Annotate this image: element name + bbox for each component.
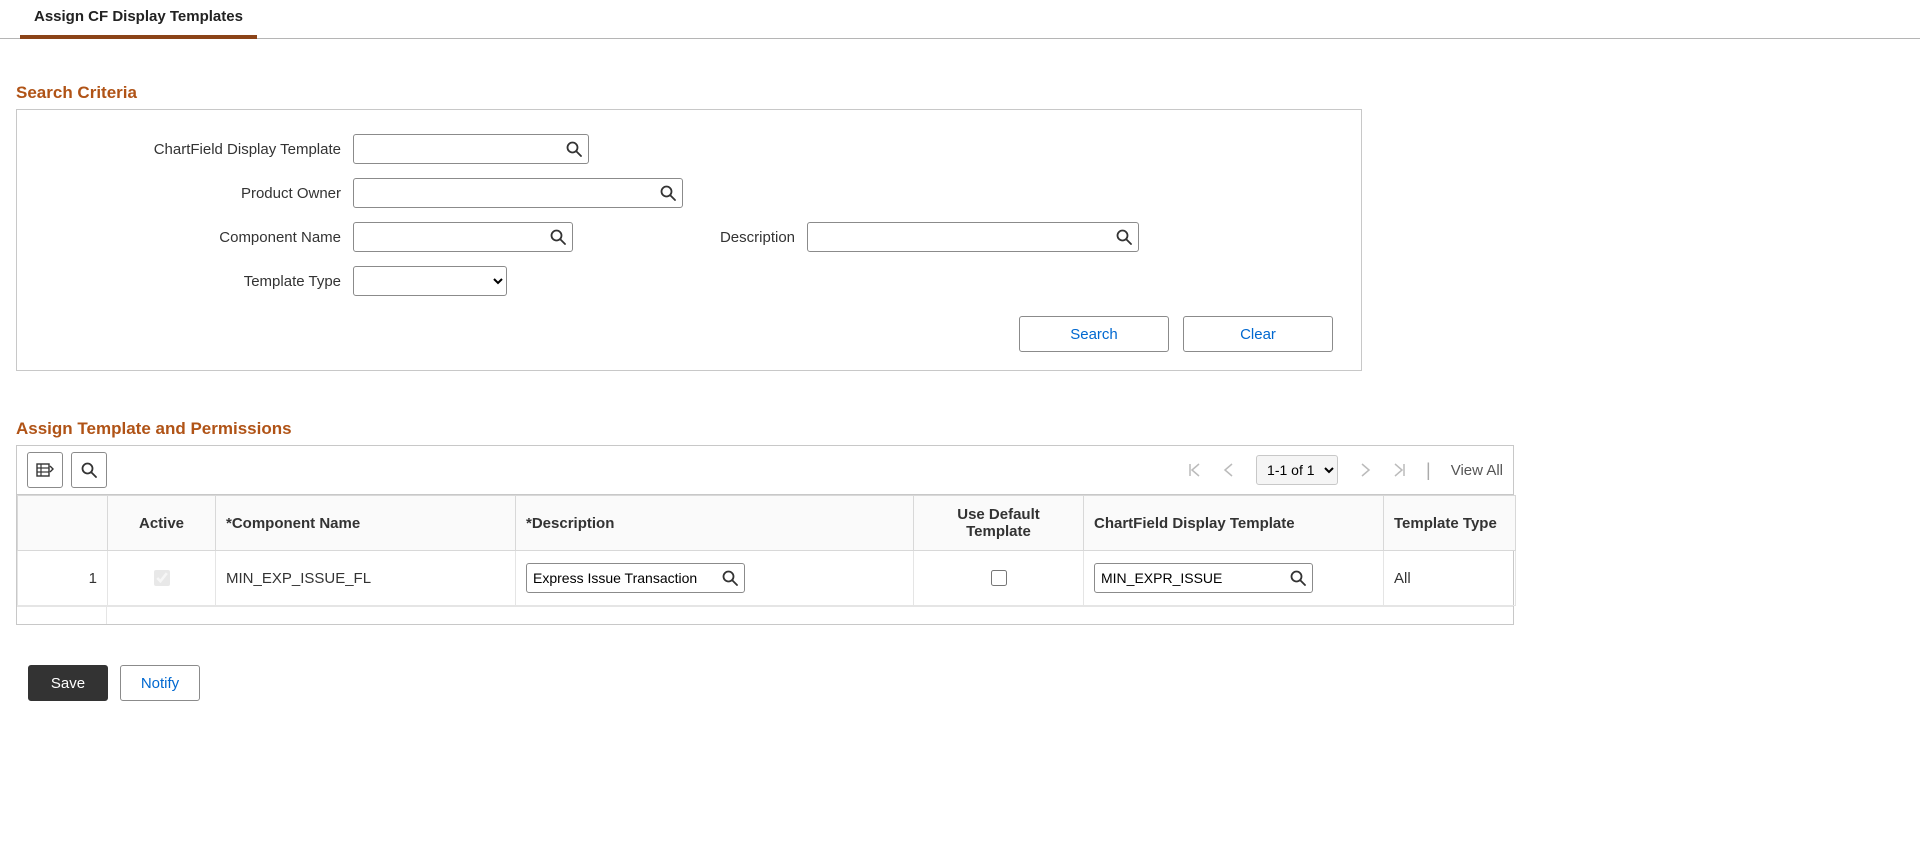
input-description[interactable] — [807, 222, 1139, 252]
input-row-cf-template[interactable] — [1094, 563, 1313, 593]
col-component-name[interactable]: *Component Name — [216, 496, 516, 551]
cell-rownum: 1 — [18, 551, 108, 606]
grid-search-button[interactable] — [71, 452, 107, 488]
save-button[interactable]: Save — [28, 665, 108, 701]
input-cf-display-template[interactable] — [353, 134, 589, 164]
grid-horizontal-scrollbar[interactable] — [17, 606, 1513, 624]
clear-button[interactable]: Clear — [1183, 316, 1333, 352]
col-description[interactable]: *Description — [516, 496, 914, 551]
col-use-default[interactable]: Use Default Template — [914, 496, 1084, 551]
pager-select[interactable]: 1-1 of 1 — [1256, 455, 1338, 485]
col-template-type[interactable]: Template Type — [1384, 496, 1516, 551]
label-description: Description — [647, 229, 807, 246]
cell-component-name: MIN_EXP_ISSUE_FL — [216, 551, 516, 606]
grid-panel: 1-1 of 1 | View All — [16, 445, 1514, 625]
tab-assign-cf-display-templates[interactable]: Assign CF Display Templates — [20, 0, 257, 39]
search-icon — [81, 462, 97, 478]
table-row: 1 MIN_EXP_ISSUE_FL — [18, 551, 1516, 606]
grid-icon — [36, 463, 54, 477]
col-rownum — [18, 496, 108, 551]
prev-page-icon[interactable] — [1222, 463, 1236, 477]
tab-bar: Assign CF Display Templates — [0, 0, 1920, 39]
grid-header-row: Active *Component Name *Description Use … — [18, 496, 1516, 551]
col-cf-template[interactable]: ChartField Display Template — [1084, 496, 1384, 551]
select-template-type[interactable] — [353, 266, 507, 296]
search-button[interactable]: Search — [1019, 316, 1169, 352]
col-active[interactable]: Active — [108, 496, 216, 551]
input-component-name[interactable] — [353, 222, 573, 252]
label-product-owner: Product Owner — [45, 185, 353, 202]
checkbox-use-default[interactable] — [991, 570, 1007, 586]
search-criteria-title: Search Criteria — [16, 83, 1904, 103]
view-all-link[interactable]: View All — [1451, 462, 1503, 479]
checkbox-active — [154, 570, 170, 586]
next-page-icon[interactable] — [1358, 463, 1372, 477]
first-page-icon[interactable] — [1188, 463, 1202, 477]
input-row-description[interactable] — [526, 563, 745, 593]
last-page-icon[interactable] — [1392, 463, 1406, 477]
assign-template-title: Assign Template and Permissions — [16, 419, 1904, 439]
label-cf-display-template: ChartField Display Template — [45, 141, 353, 158]
label-component-name: Component Name — [45, 229, 353, 246]
label-template-type: Template Type — [45, 273, 353, 290]
notify-button[interactable]: Notify — [120, 665, 200, 701]
search-criteria-panel: ChartField Display Template Product Owne… — [16, 109, 1362, 371]
pager-separator: | — [1426, 460, 1431, 481]
cell-template-type: All — [1384, 551, 1516, 606]
personalize-grid-button[interactable] — [27, 452, 63, 488]
input-product-owner[interactable] — [353, 178, 683, 208]
